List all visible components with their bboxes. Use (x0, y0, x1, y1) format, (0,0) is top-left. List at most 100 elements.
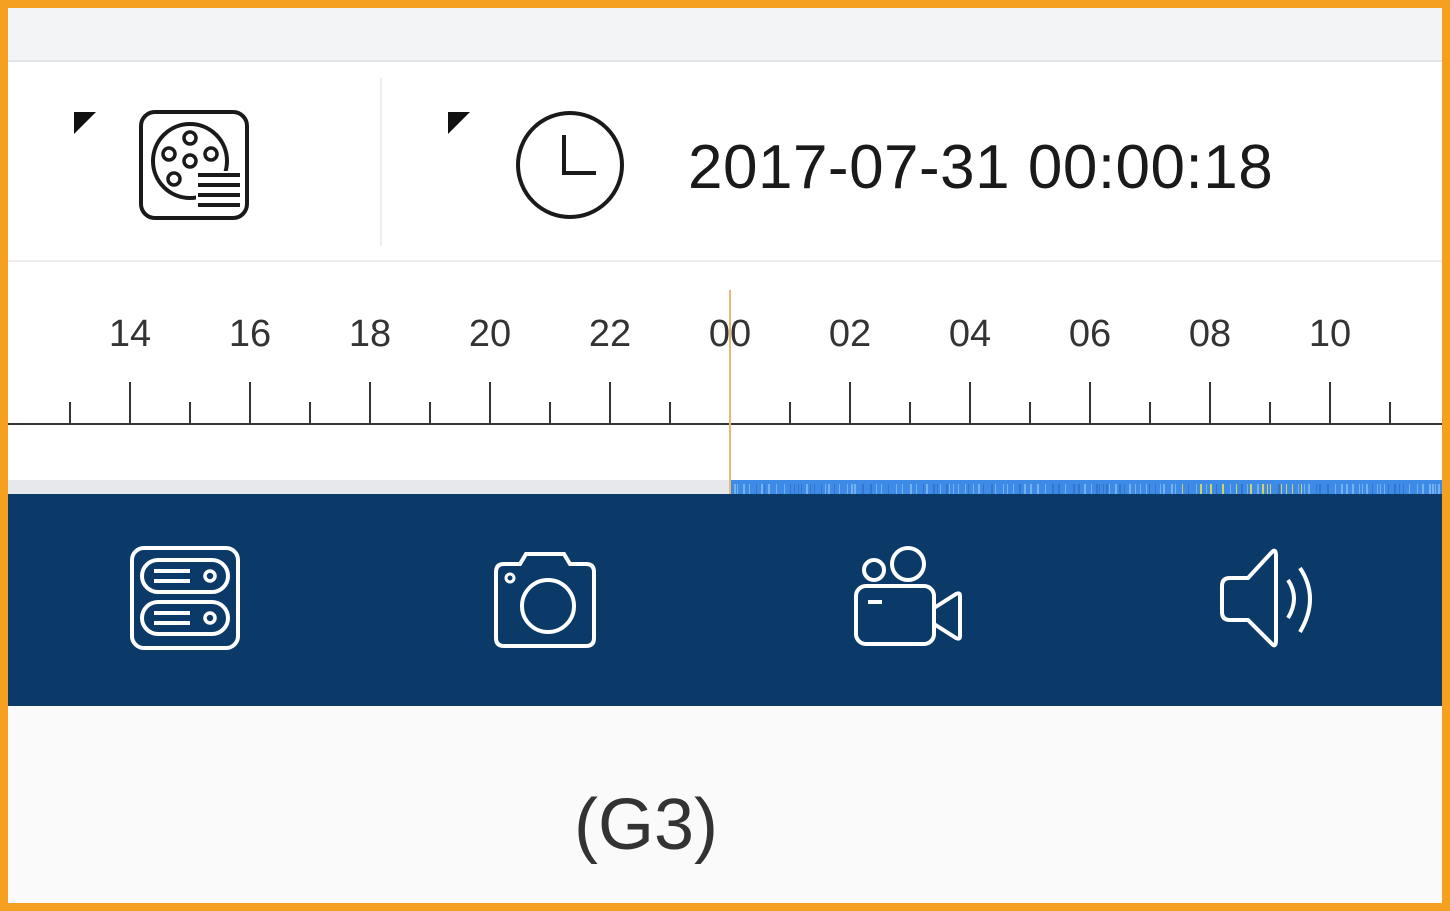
timeline-recording-segment (1422, 484, 1424, 494)
timeline-empty-track (8, 480, 730, 494)
timeline-recording-segment (968, 484, 969, 494)
timeline-recording-segment (876, 484, 877, 494)
timeline-recording-segment (1292, 484, 1293, 494)
timeline-hour-label: 04 (949, 313, 991, 355)
storage-button[interactable] (120, 534, 250, 664)
speaker-icon (1220, 548, 1312, 648)
timeline-recording-segment (1346, 484, 1348, 494)
timeline-recording-segment (916, 484, 917, 494)
device-area: (G3) (8, 706, 1442, 903)
timeline-hour-label: 06 (1069, 313, 1111, 355)
timeline-recording-segment (896, 484, 897, 494)
screen-frame: 2017-07-31 00:00:18 14 16 18 20 22 00 02 04 06 08… (0, 0, 1450, 911)
timeline-recording-segment (881, 484, 882, 494)
timeline-recording-segment (1362, 484, 1363, 494)
timeline-recording-segment (1435, 484, 1436, 494)
timeline-recording-segment (946, 484, 948, 494)
top-strip (8, 8, 1442, 62)
timeline-recording-segment (768, 484, 770, 494)
timeline-recording-segment (1135, 484, 1136, 494)
timeline-recording-segment (923, 484, 924, 494)
timeline-recording-segment (734, 484, 736, 494)
timeline-recording-segment (834, 484, 835, 494)
timeline-recording-segment (1304, 484, 1305, 494)
timeline-recording-segment (953, 484, 954, 494)
dropdown-corner-indicator (448, 112, 470, 134)
timeline-recording-segment (821, 484, 822, 494)
snapshot-button[interactable] (480, 534, 610, 664)
timeline-recording-segment (1129, 484, 1131, 494)
timeline-recording-segment (1366, 484, 1368, 494)
timeline-recording-segment (937, 484, 938, 494)
video-camera-icon (854, 546, 962, 646)
timeline-recording-segment (1316, 484, 1317, 494)
timeline-recording-segment (828, 484, 830, 494)
timeline-hour-label: 18 (349, 313, 391, 355)
timeline-recording-segment (1188, 484, 1189, 494)
timeline-recording-segment (1335, 484, 1336, 494)
timeline-recording-segment (1091, 484, 1092, 494)
timeline-recording-segment (1372, 484, 1373, 494)
timeline-recording-segment (1257, 484, 1259, 494)
timeline-recording-segment (1380, 484, 1381, 494)
timeline-recording-segment (1222, 484, 1224, 494)
timeline-recording-segment (1037, 484, 1039, 494)
timeline-recording-segment (1013, 484, 1014, 494)
timeline-recording-segment (1262, 484, 1264, 494)
timeline-recording-segment (1119, 484, 1121, 494)
timeline-recording-segment (1281, 484, 1282, 494)
timeline-recording-segment (940, 484, 941, 494)
timeline-recording-segment (801, 484, 802, 494)
timeline-recording-segment (814, 484, 815, 494)
timeline-recording-segment (973, 484, 974, 494)
timeline-recording-segment (743, 484, 745, 494)
device-label: (G3) (574, 785, 718, 865)
timeline-recording-segment (1241, 484, 1243, 494)
playback-timeline[interactable]: 14161820220002040608101 (8, 262, 1442, 494)
timeline-recording-segment (1236, 484, 1237, 494)
audio-button[interactable] (1200, 534, 1330, 664)
timeline-recording-segment (978, 484, 980, 494)
timeline-recording-segment (1399, 484, 1400, 494)
timeline-hour-label: 22 (589, 313, 631, 355)
timeline-recording-segment (1301, 484, 1302, 494)
playback-toolbar: 2017-07-31 00:00:18 (8, 62, 1442, 262)
timeline-recording-segment (1200, 484, 1202, 494)
timeline-recording-segment (1078, 484, 1080, 494)
timeline-recording-segment (1096, 484, 1098, 494)
timeline-recording-segment (862, 484, 864, 494)
timeline-recording-segment (1432, 484, 1434, 494)
timeline-recording-segment (1327, 484, 1329, 494)
timeline-recording-segment (1106, 484, 1108, 494)
timeline-recording-segment (888, 484, 889, 494)
storage-drive-icon (130, 546, 240, 650)
timeline-hour-label: 14 (109, 313, 151, 355)
timeline-recording-segment (756, 484, 757, 494)
timeline-recording-segment (1319, 484, 1321, 494)
timeline-recording-segment (1429, 484, 1431, 494)
clock-icon[interactable] (512, 107, 628, 223)
record-button[interactable] (840, 534, 970, 664)
timeline-recording-segment (926, 484, 928, 494)
timeline-recording-segment (1230, 484, 1231, 494)
timeline-recording-segment (854, 484, 856, 494)
timeline-recording-segment (995, 484, 996, 494)
record-list-button[interactable] (136, 107, 252, 223)
timeline-hour-label: 1 (1439, 313, 1442, 355)
timeline-recording-segment (1206, 484, 1207, 494)
timeline-recording-segment (1270, 484, 1271, 494)
timeline-recording-segment (1216, 484, 1217, 494)
timeline-recording-segment (1149, 484, 1150, 494)
timeline-recording-segment (1341, 484, 1343, 494)
timeline-recording-segment (958, 484, 959, 494)
timeline-recording-segment (1124, 484, 1125, 494)
timeline-recording-segment (1308, 484, 1310, 494)
timeline-recording-segment (1175, 484, 1176, 494)
timeline-ruler[interactable]: 14161820220002040608101 (8, 262, 1442, 494)
film-reel-list-icon (139, 110, 249, 220)
timeline-recording-segment (764, 484, 765, 494)
timeline-recording-segment (1182, 484, 1183, 494)
timeline-recording-segment (933, 484, 935, 494)
timeline-recording-segment (991, 484, 993, 494)
playback-datetime[interactable]: 2017-07-31 00:00:18 (688, 132, 1273, 203)
